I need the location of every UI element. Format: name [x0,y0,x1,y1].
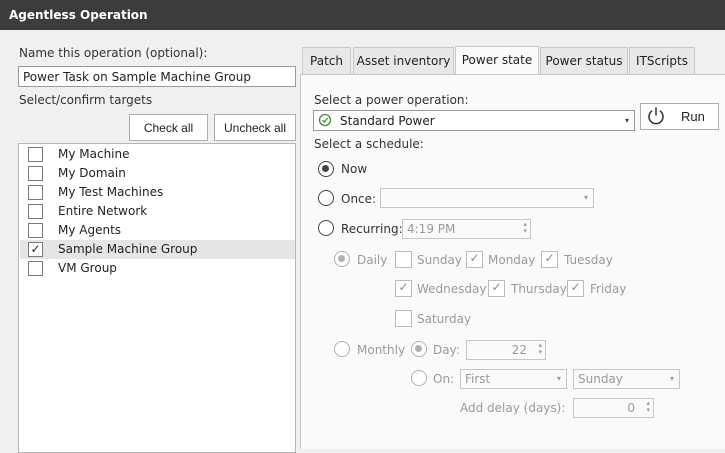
sunday-label: Sunday [417,253,462,267]
tab-itscripts[interactable]: ITScripts [629,47,695,74]
power-operation-label: Select a power operation: [314,93,469,107]
once-label: Once: [341,192,377,206]
power-icon [646,106,666,134]
on-ordinal-select[interactable]: First ▾ [460,369,567,389]
list-item[interactable]: My Agents [20,221,295,240]
on-weekday-value: Sunday [578,372,623,386]
target-label: My Machine [58,147,130,161]
on-label: On: [433,372,455,386]
friday-label: Friday [590,282,627,296]
list-item[interactable]: Entire Network [20,202,295,221]
recurring-time-value: 4:19 PM [407,222,456,236]
tab-power-status[interactable]: Power status [540,47,628,74]
monday-label: Monday [488,253,536,267]
chevron-down-icon: ▾ [669,374,674,383]
operation-name-label: Name this operation (optional): [19,46,208,60]
target-label: My Agents [58,223,122,237]
window-title: Agentless Operation [0,0,725,30]
recurring-time-input[interactable]: 4:19 PM ▴ ▾ [402,219,531,239]
thursday-checkbox[interactable]: ✓ [488,280,505,297]
daily-label: Daily [357,253,388,267]
target-label: Entire Network [58,204,148,218]
now-label: Now [341,162,368,176]
target-label: VM Group [58,261,117,275]
saturday-checkbox[interactable] [395,310,412,327]
spinner-icon: ▴ ▾ [538,341,542,356]
delay-days-input[interactable]: 0 ▴ ▾ [573,398,654,418]
on-radio[interactable] [411,370,427,386]
operation-name-input[interactable]: Power Task on Sample Machine Group [18,66,296,87]
spinner-icon: ▴ ▾ [523,220,527,235]
list-item[interactable]: My Machine [20,145,295,164]
check-all-button[interactable]: Check all [129,114,208,141]
tuesday-checkbox[interactable]: ✓ [541,251,558,268]
target-label: Sample Machine Group [58,242,198,256]
target-checkbox[interactable] [28,166,43,181]
chevron-down-icon: ▾ [556,374,561,383]
list-item[interactable]: My Domain [20,164,295,183]
chevron-down-icon: ▾ [624,116,629,125]
target-checkbox[interactable] [28,204,43,219]
sunday-checkbox[interactable] [395,251,412,268]
once-radio[interactable] [318,190,334,206]
run-label: Run [681,109,705,124]
list-item[interactable]: ✓ Sample Machine Group [20,240,295,259]
power-cycle-icon [318,113,332,130]
power-operation-select[interactable]: Standard Power ▾ [313,110,635,131]
day-number-value: 22 [511,343,527,357]
target-checkbox[interactable] [28,185,43,200]
spinner-icon: ▴ ▾ [646,399,650,414]
target-label: My Test Machines [58,185,164,199]
tuesday-label: Tuesday [564,253,613,267]
delay-days-value: 0 [627,401,635,415]
once-datetime-picker[interactable]: ▾ [380,188,594,208]
delay-label: Add delay (days): [460,401,566,415]
now-radio[interactable] [318,161,334,177]
recurring-radio[interactable] [318,220,334,236]
uncheck-all-button[interactable]: Uncheck all [214,114,296,141]
run-button[interactable]: Run [640,103,719,130]
tab-power-state[interactable]: Power state [455,46,539,75]
target-checkbox[interactable]: ✓ [28,242,43,257]
target-checkbox[interactable] [28,223,43,238]
monday-checkbox[interactable]: ✓ [466,251,483,268]
on-ordinal-value: First [465,372,491,386]
recurring-label: Recurring: [341,222,403,236]
day-radio[interactable] [411,341,427,357]
power-operation-value: Standard Power [340,114,435,128]
wednesday-checkbox[interactable]: ✓ [395,280,412,297]
targets-label: Select/confirm targets [19,93,153,107]
target-checkbox[interactable] [28,261,43,276]
target-label: My Domain [58,166,126,180]
schedule-label: Select a schedule: [314,137,424,151]
target-checkbox[interactable] [28,147,43,162]
monthly-label: Monthly [357,343,406,357]
list-item[interactable]: My Test Machines [20,183,295,202]
wednesday-label: Wednesday [417,282,487,296]
chevron-down-icon: ▾ [583,193,588,202]
on-weekday-select[interactable]: Sunday ▾ [573,369,680,389]
friday-checkbox[interactable]: ✓ [567,280,584,297]
saturday-label: Saturday [417,312,472,326]
day-label: Day: [433,343,460,357]
targets-list[interactable]: My Machine My Domain My Test Machines En… [18,143,296,453]
tab-patch[interactable]: Patch [302,47,351,74]
monthly-radio[interactable] [334,341,350,357]
day-number-input[interactable]: 22 ▴ ▾ [466,340,546,360]
thursday-label: Thursday [511,282,567,296]
list-item[interactable]: VM Group [20,259,295,278]
tab-asset-inventory[interactable]: Asset inventory [353,47,454,74]
daily-radio[interactable] [334,251,350,267]
